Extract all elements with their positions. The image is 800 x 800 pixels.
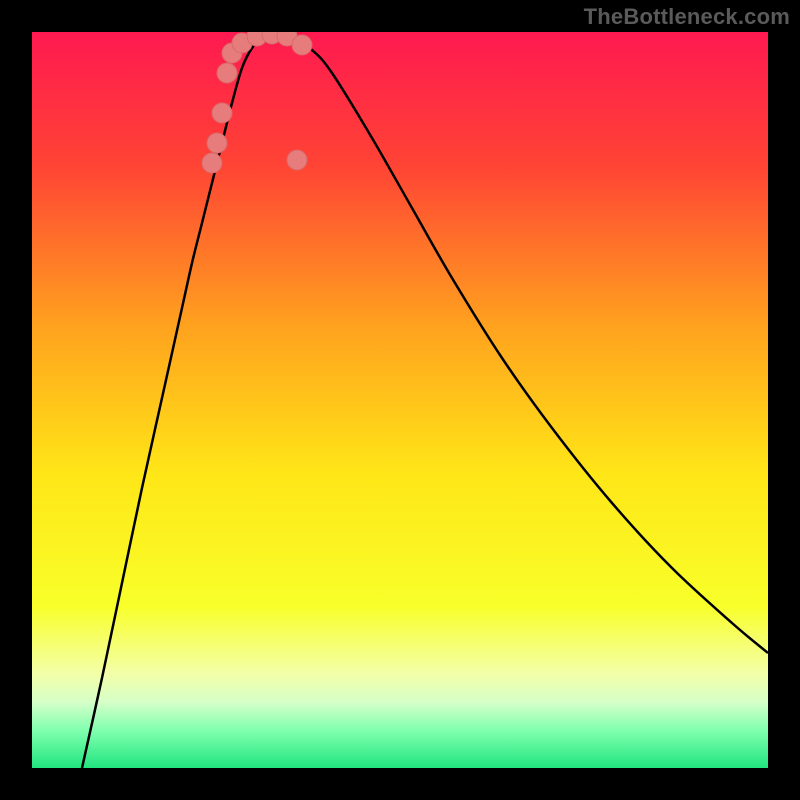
data-marker	[217, 63, 237, 83]
bottleneck-curve	[82, 35, 768, 768]
data-marker	[292, 35, 312, 55]
curve-layer	[32, 32, 768, 768]
plot-area	[32, 32, 768, 768]
data-marker	[287, 150, 307, 170]
data-marker	[207, 133, 227, 153]
data-marker	[212, 103, 232, 123]
marker-group	[202, 32, 312, 173]
chart-frame: TheBottleneck.com	[0, 0, 800, 800]
watermark-text: TheBottleneck.com	[584, 4, 790, 30]
data-marker	[202, 153, 222, 173]
